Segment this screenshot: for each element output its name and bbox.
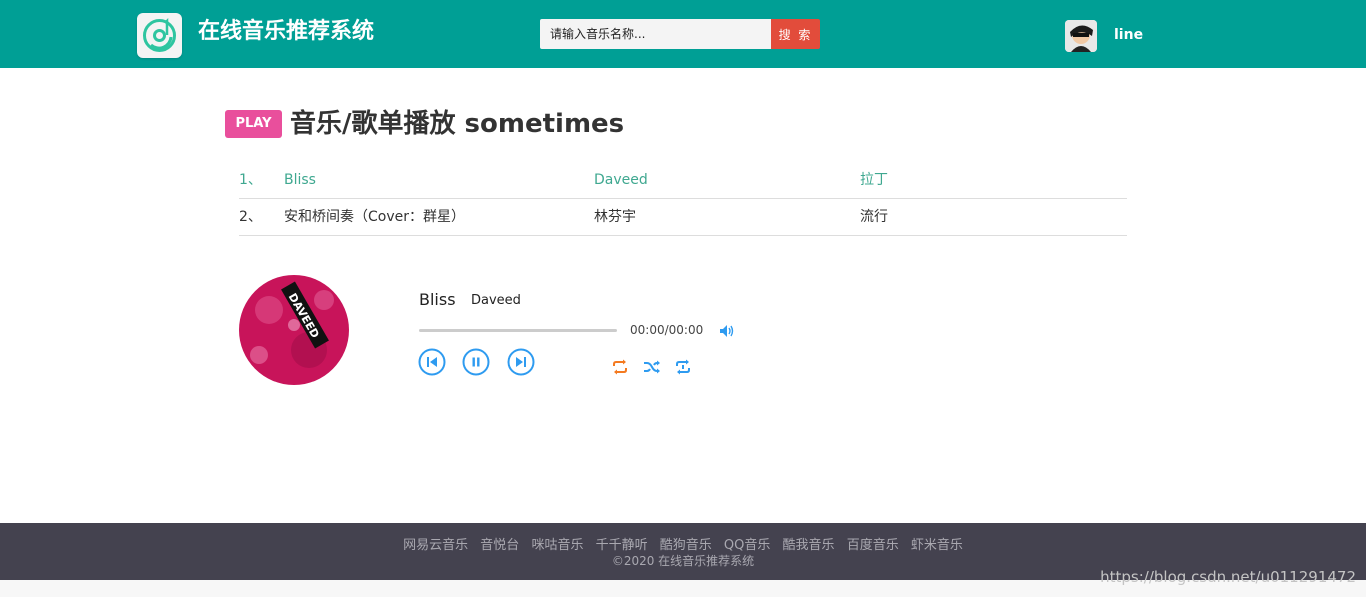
footer-links: 网易云音乐 音悦台 咪咕音乐 千千静听 酷狗音乐 QQ音乐 酷我音乐 百度音乐 …	[0, 534, 1366, 553]
track-number: 2、	[239, 209, 262, 225]
username[interactable]: line	[1114, 25, 1143, 45]
track-genre: 拉丁	[860, 172, 888, 188]
search-input[interactable]	[540, 19, 771, 49]
top-header: 在线音乐推荐系统 搜 索 line	[0, 0, 1366, 68]
track-number: 1、	[239, 172, 262, 188]
next-icon[interactable]	[507, 348, 535, 376]
music-disc-icon	[143, 17, 176, 52]
shuffle-icon[interactable]	[643, 359, 661, 375]
track-genre: 流行	[860, 209, 888, 225]
footer-link[interactable]: QQ音乐	[724, 538, 770, 553]
page: 在线音乐推荐系统 搜 索 line PLAY 音乐/歌单播放 sometimes…	[0, 0, 1366, 597]
now-playing-title: Bliss	[419, 290, 456, 309]
main-content: PLAY 音乐/歌单播放 sometimes 1、 Bliss Daveed 拉…	[0, 68, 1366, 523]
album-cover-image: DAVEED	[239, 275, 349, 385]
pause-icon[interactable]	[462, 348, 490, 376]
footer-link[interactable]: 网易云音乐	[403, 538, 468, 553]
track-title[interactable]: Bliss	[284, 162, 316, 198]
site-title[interactable]: 在线音乐推荐系统	[198, 16, 374, 48]
site-logo[interactable]	[137, 13, 182, 58]
footer-link[interactable]: 百度音乐	[847, 538, 899, 553]
track-row[interactable]: 2、 安和桥间奏（Cover：群星） 林芬宇 流行	[239, 199, 1127, 236]
footer-link[interactable]: 虾米音乐	[911, 538, 963, 553]
footer-link[interactable]: 酷我音乐	[783, 538, 835, 553]
track-title[interactable]: 安和桥间奏（Cover：群星）	[284, 199, 465, 235]
repeat-icon[interactable]	[611, 359, 629, 375]
track-artist[interactable]: Daveed	[594, 162, 648, 198]
track-artist[interactable]: 林芬宇	[594, 199, 636, 235]
footer-link[interactable]: 千千静听	[596, 538, 648, 553]
progress-bar[interactable]	[419, 329, 617, 332]
repeat-one-icon[interactable]	[674, 359, 692, 375]
search-button[interactable]: 搜 索	[771, 19, 820, 49]
album-cover: DAVEED	[239, 275, 349, 385]
copyright: ©2020 在线音乐推荐系统	[611, 554, 755, 568]
footer-link[interactable]: 音悦台	[480, 538, 519, 553]
watermark: https://blog.csdn.net/u011291472	[1100, 568, 1356, 586]
time-display: 00:00/00:00	[630, 323, 704, 337]
page-heading: 音乐/歌单播放 sometimes	[290, 109, 625, 139]
footer-link[interactable]: 酷狗音乐	[660, 538, 712, 553]
track-list: 1、 Bliss Daveed 拉丁 2、 安和桥间奏（Cover：群星） 林芬…	[239, 162, 1127, 236]
prev-icon[interactable]	[418, 348, 446, 376]
volume-icon[interactable]	[719, 323, 735, 337]
footer-link[interactable]: 咪咕音乐	[531, 538, 583, 553]
track-row[interactable]: 1、 Bliss Daveed 拉丁	[239, 162, 1127, 199]
now-playing-artist: Daveed	[471, 293, 521, 308]
user-avatar[interactable]	[1065, 20, 1097, 52]
avatar-image	[1065, 20, 1097, 52]
play-badge: PLAY	[225, 110, 282, 138]
